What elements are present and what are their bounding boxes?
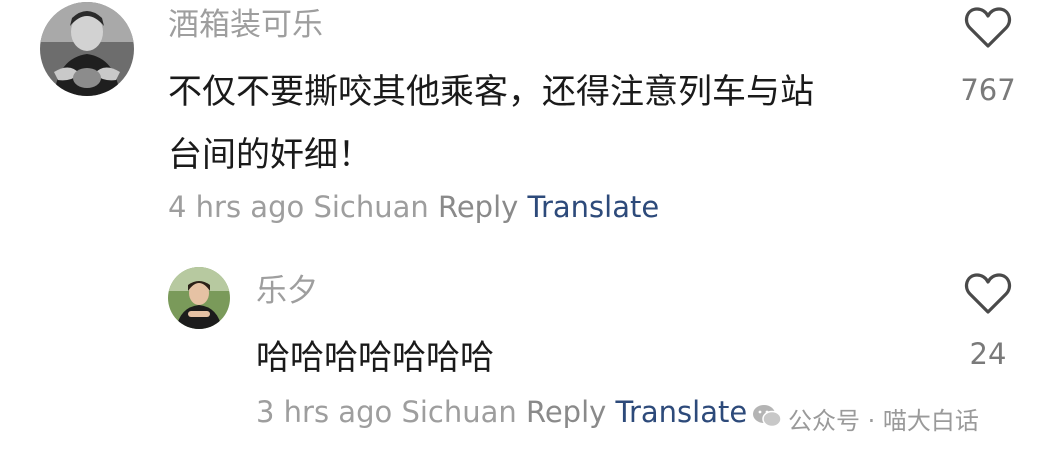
- like-count: 767: [960, 73, 1016, 107]
- reply-like: 24: [948, 272, 1028, 369]
- wechat-icon: [752, 403, 782, 435]
- comment-meta: 4 hrs ago Sichuan Reply Translate: [168, 193, 659, 222]
- avatar[interactable]: [40, 2, 134, 96]
- heart-icon[interactable]: [964, 272, 1012, 316]
- avatar-image: [40, 2, 134, 96]
- translate-button[interactable]: Translate: [616, 395, 748, 429]
- translate-button[interactable]: Translate: [528, 190, 660, 224]
- comment-text-line-1: 不仅不要撕咬其他乘客，还得注意列车与站: [168, 72, 814, 112]
- reply-username[interactable]: 乐夕: [256, 276, 318, 307]
- like-count: 24: [969, 337, 1007, 371]
- watermark-text: 公众号 · 喵大白话: [788, 407, 979, 435]
- reply-text: 哈哈哈哈哈哈哈: [256, 338, 494, 378]
- heart-icon[interactable]: [964, 6, 1012, 50]
- reply-button[interactable]: Reply: [438, 190, 518, 224]
- reply-time-location: 3 hrs ago Sichuan: [256, 395, 517, 429]
- reply-meta: 3 hrs ago Sichuan Reply Translate: [256, 398, 747, 427]
- avatar-image: [168, 267, 230, 329]
- reply-avatar[interactable]: [168, 267, 230, 329]
- comment-thread: 酒箱装可乐 不仅不要撕咬其他乘客，还得注意列车与站 台间的奸细！ 4 hrs a…: [0, 0, 1052, 461]
- comment-username[interactable]: 酒箱装可乐: [168, 10, 323, 41]
- reply-button[interactable]: Reply: [526, 395, 606, 429]
- comment-like: 767: [948, 6, 1028, 105]
- comment-text-line-2: 台间的奸细！: [168, 135, 372, 175]
- comment-time-location: 4 hrs ago Sichuan: [168, 190, 429, 224]
- watermark: 公众号 · 喵大白话: [752, 401, 979, 436]
